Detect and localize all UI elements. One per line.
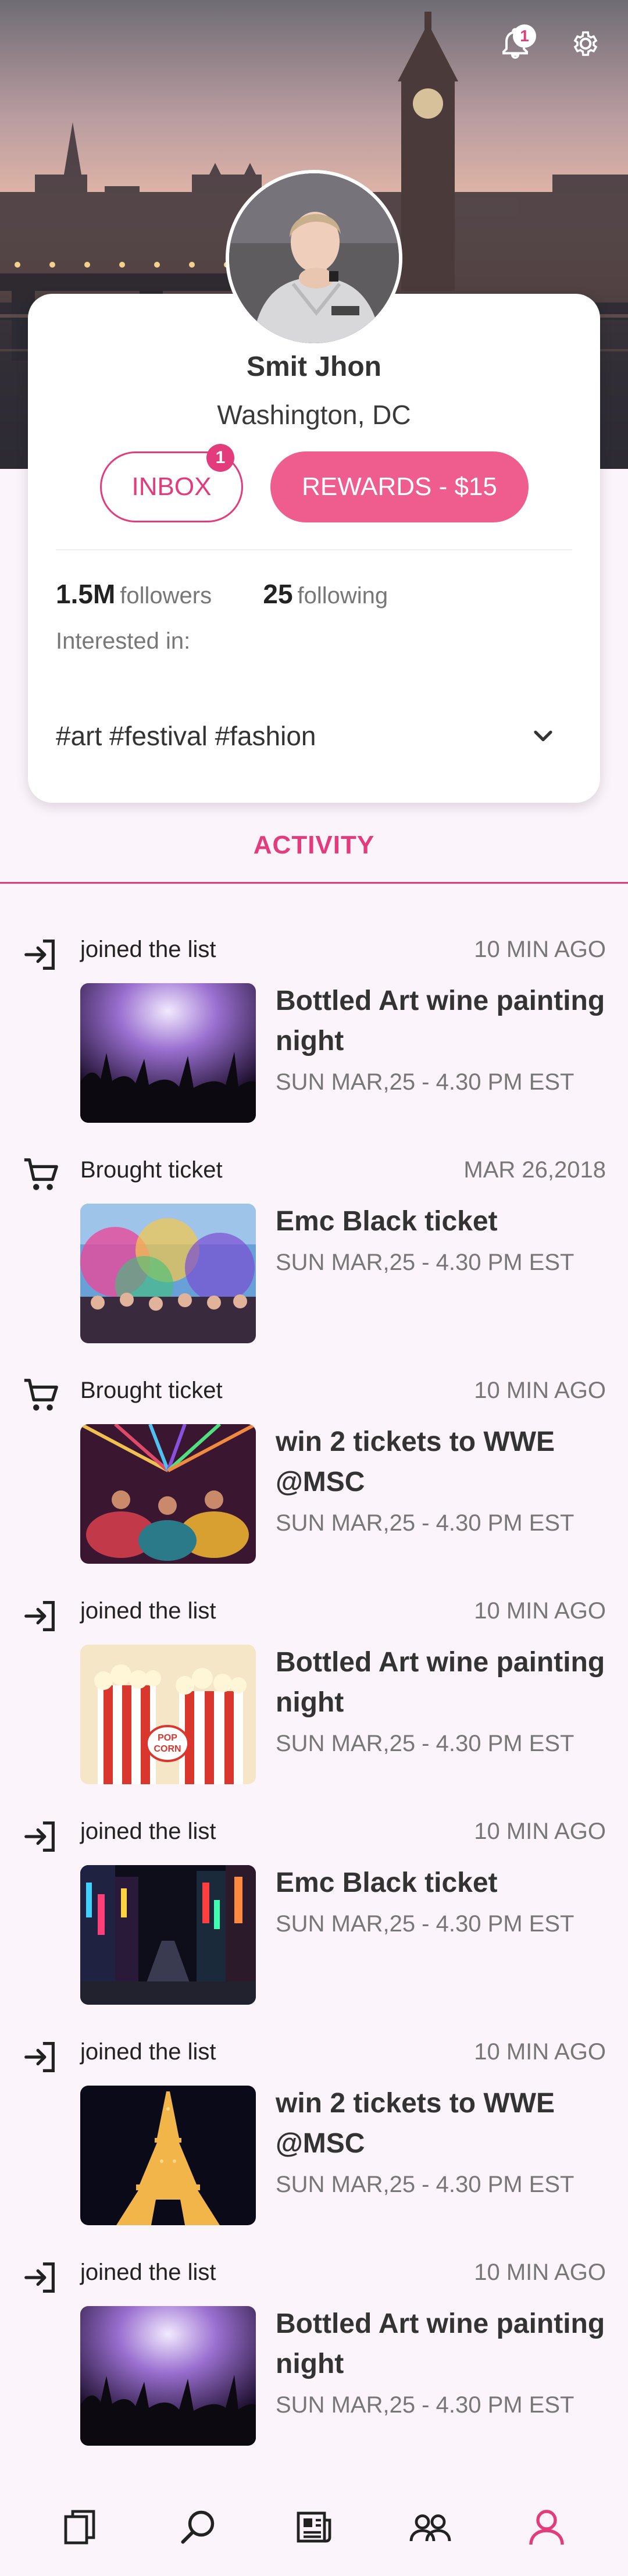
login-icon <box>21 2037 62 2077</box>
event-title-block[interactable]: Emc Black ticket SUN MAR,25 - 4.30 PM ES… <box>276 1863 613 1941</box>
activity-tab-indicator <box>0 882 628 884</box>
svg-text:POP: POP <box>158 1733 177 1743</box>
nav-people[interactable] <box>406 2503 455 2552</box>
activity-time: 10 MIN AGO <box>474 937 606 962</box>
event-title-block[interactable]: Bottled Art wine painting night SUN MAR,… <box>276 981 613 1100</box>
event-date: SUN MAR,25 - 4.30 PM EST <box>276 1069 575 1095</box>
inbox-button-label: INBOX <box>131 472 212 501</box>
avatar[interactable] <box>226 170 402 347</box>
event-thumbnail[interactable] <box>80 983 256 1123</box>
event-title-block[interactable]: Bottled Art wine painting night SUN MAR,… <box>276 1642 613 1761</box>
activity-action: Brought ticket <box>80 1378 223 1403</box>
notification-count-badge: 1 <box>513 24 536 48</box>
followers-count: 1.5M <box>56 579 116 609</box>
activity-time: 10 MIN AGO <box>474 2260 606 2285</box>
activity-action: joined the list <box>80 937 216 962</box>
profile-icon <box>529 2510 564 2545</box>
event-title: Bottled Art wine painting night <box>276 2308 605 2379</box>
profile-name: Smit Jhon <box>246 351 381 382</box>
activity-item[interactable]: joined the list 10 MIN AGO Emc Black tic… <box>0 1807 628 2027</box>
interests-dropdown[interactable]: #art #festival #fashion <box>56 720 558 752</box>
event-title: Emc Black ticket <box>276 1867 498 1898</box>
event-title-block[interactable]: Bottled Art wine painting night SUN MAR,… <box>276 2304 613 2422</box>
activity-item[interactable]: joined the list 10 MIN AGO Bottled Art w… <box>0 925 628 1145</box>
activity-action: joined the list <box>80 1598 216 1624</box>
gear-icon <box>573 31 598 56</box>
tab-activity[interactable]: ACTIVITY <box>0 831 628 860</box>
cart-icon <box>21 1375 62 1416</box>
activity-action: joined the list <box>80 2260 216 2285</box>
event-thumbnail[interactable] <box>80 2306 256 2446</box>
profile-photo <box>229 173 399 343</box>
event-title-block[interactable]: win 2 tickets to WWE @MSC SUN MAR,25 - 4… <box>276 2083 613 2202</box>
event-thumbnail[interactable] <box>80 1424 256 1564</box>
event-thumbnail[interactable] <box>80 1865 256 2005</box>
interest-tags: #art #festival #fashion <box>56 721 316 751</box>
event-title: Bottled Art wine painting night <box>276 985 605 1056</box>
activity-item[interactable]: joined the list 10 MIN AGO POP CORN Bottl… <box>0 1586 628 1806</box>
event-date: SUN MAR,25 - 4.30 PM EST <box>276 2392 575 2418</box>
followers-label: followers <box>120 583 212 609</box>
nav-search[interactable] <box>173 2503 222 2552</box>
activity-action: joined the list <box>80 2039 216 2065</box>
interested-label: Interested in: <box>56 628 191 654</box>
login-icon <box>21 2257 62 2298</box>
inbox-button[interactable]: INBOX 1 <box>100 444 243 522</box>
activity-action: joined the list <box>80 1819 216 1844</box>
profile-location: Washington, DC <box>217 400 411 430</box>
profile-stats: 1.5M followers 25 following <box>56 578 388 610</box>
activity-time: 10 MIN AGO <box>474 1819 606 1844</box>
activity-time: 10 MIN AGO <box>474 1598 606 1624</box>
people-icon <box>409 2514 451 2542</box>
search-icon <box>181 2510 215 2544</box>
activity-time: 10 MIN AGO <box>474 2039 606 2065</box>
login-icon <box>21 934 62 975</box>
following-stat[interactable]: 25 following <box>263 579 388 609</box>
inbox-count-badge: 1 <box>206 444 234 472</box>
bottom-navigation <box>0 2478 628 2576</box>
rewards-button-label: REWARDS - $15 <box>302 472 497 501</box>
event-date: SUN MAR,25 - 4.30 PM EST <box>276 2172 575 2197</box>
event-title-block[interactable]: Emc Black ticket SUN MAR,25 - 4.30 PM ES… <box>276 1201 613 1280</box>
activity-item[interactable]: joined the list 10 MIN AGO win 2 tickets… <box>0 2027 628 2247</box>
activity-item[interactable]: joined the list 10 MIN AGO Bottled Art w… <box>0 2248 628 2468</box>
event-thumbnail[interactable]: POP CORN <box>80 1645 256 1784</box>
activity-time: MAR 26,2018 <box>463 1157 606 1183</box>
news-icon <box>297 2511 331 2543</box>
event-thumbnail[interactable] <box>80 2086 256 2225</box>
event-title: win 2 tickets to WWE @MSC <box>276 2088 555 2159</box>
login-icon <box>21 1816 62 1857</box>
event-title: Emc Black ticket <box>276 1206 498 1237</box>
activity-time: 10 MIN AGO <box>474 1378 606 1403</box>
card-divider <box>56 549 572 550</box>
event-date: SUN MAR,25 - 4.30 PM EST <box>276 1911 575 1937</box>
event-date: SUN MAR,25 - 4.30 PM EST <box>276 1250 575 1275</box>
rewards-button[interactable]: REWARDS - $15 <box>270 451 529 522</box>
activity-item[interactable]: Brought ticket 10 MIN AGO win 2 tickets … <box>0 1366 628 1586</box>
login-icon <box>21 1596 62 1636</box>
nav-news[interactable] <box>290 2503 338 2552</box>
svg-text:CORN: CORN <box>154 1744 181 1754</box>
nav-profile[interactable] <box>522 2503 571 2552</box>
activity-action: Brought ticket <box>80 1157 223 1183</box>
following-label: following <box>297 583 388 609</box>
event-title: Bottled Art wine painting night <box>276 1647 605 1718</box>
event-title: win 2 tickets to WWE @MSC <box>276 1426 555 1497</box>
settings-button[interactable] <box>568 26 605 63</box>
event-date: SUN MAR,25 - 4.30 PM EST <box>276 1510 575 1536</box>
nav-cards[interactable] <box>57 2503 106 2552</box>
event-title-block[interactable]: win 2 tickets to WWE @MSC SUN MAR,25 - 4… <box>276 1422 613 1540</box>
cart-icon <box>21 1155 62 1196</box>
followers-stat[interactable]: 1.5M followers <box>56 579 212 609</box>
following-count: 25 <box>263 579 293 609</box>
notifications-button[interactable]: 1 <box>498 24 536 63</box>
activity-item[interactable]: Brought ticket MAR 26,2018 Emc Black tic… <box>0 1145 628 1365</box>
event-date: SUN MAR,25 - 4.30 PM EST <box>276 1731 575 1756</box>
chevron-down-icon <box>534 730 552 742</box>
cards-icon <box>64 2510 95 2545</box>
event-thumbnail[interactable] <box>80 1204 256 1343</box>
